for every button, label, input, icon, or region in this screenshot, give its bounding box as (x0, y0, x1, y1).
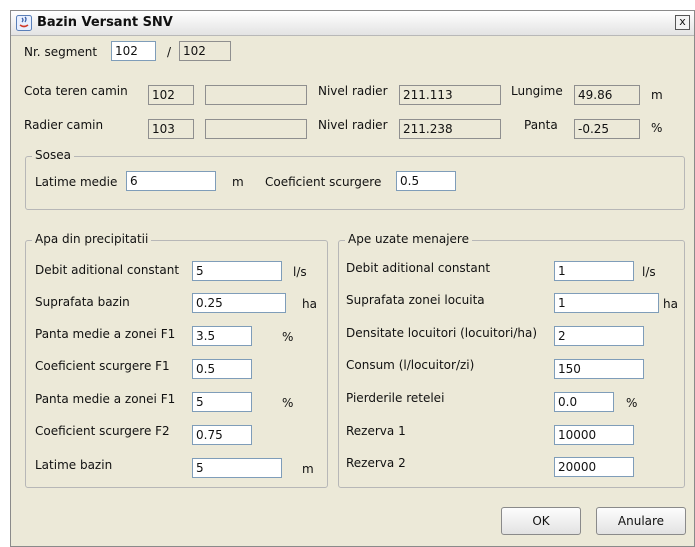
nivel-radier-label-2: Nivel radier (318, 118, 388, 132)
latime-bazin-unit: m (302, 462, 314, 476)
segment-label: Nr. segment (24, 45, 98, 59)
close-icon: x (679, 15, 686, 28)
precipitatii-group: Apa din precipitatii Debit aditional con… (25, 232, 328, 488)
rezerva-2-label: Rezerva 2 (346, 456, 406, 470)
densitate-locuitori-input[interactable]: 2 (554, 326, 644, 346)
latime-medie-input[interactable]: 6 (126, 171, 216, 191)
debit-aditional-precip-label: Debit aditional constant (35, 263, 180, 277)
panta-medie-f1-unit: % (282, 330, 294, 344)
nivel-radier-label-1: Nivel radier (318, 84, 388, 98)
densitate-locuitori-label: Densitate locuitori (locuitori/ha) (346, 326, 538, 340)
segment-separator: / (167, 45, 172, 59)
panta-unit: % (651, 121, 663, 135)
ok-button[interactable]: OK (501, 507, 581, 535)
rezerva-1-label: Rezerva 1 (346, 424, 406, 438)
radier-camin-extra-field (205, 119, 307, 139)
window-title: Bazin Versant SNV (37, 15, 173, 30)
segment-input[interactable]: 102 (111, 41, 156, 61)
menajere-group-title: Ape uzate menajere (345, 232, 472, 246)
anulare-button[interactable]: Anulare (596, 507, 686, 535)
radier-camin-label: Radier camin (24, 118, 104, 132)
debit-aditional-menajer-label: Debit aditional constant (346, 261, 491, 275)
debit-aditional-menajer-input[interactable]: 1 (554, 261, 634, 281)
debit-aditional-menajer-unit: l/s (642, 265, 656, 279)
rezerva-2-input[interactable]: 20000 (554, 457, 634, 477)
nivel-radier-field-2: 211.238 (399, 119, 501, 139)
suprafata-locuita-input[interactable]: 1 (554, 293, 659, 313)
pierderile-retelei-input[interactable]: 0.0 (554, 392, 614, 412)
sosea-group: Sosea Latime medie 6 m Coeficient scurge… (25, 148, 685, 210)
precipitatii-group-title: Apa din precipitatii (32, 232, 152, 246)
consum-label: Consum (l/locuitor/zi) (346, 358, 475, 372)
menajere-group: Ape uzate menajere Debit aditional const… (338, 232, 685, 488)
lungime-unit: m (651, 88, 663, 102)
panta-medie-f1-second-input[interactable]: 5 (192, 392, 252, 412)
sosea-group-title: Sosea (32, 148, 74, 162)
coef-scurgere-f1-input[interactable]: 0.5 (192, 359, 252, 379)
radier-camin-field: 103 (148, 119, 194, 139)
close-button[interactable]: x (675, 15, 690, 30)
coef-scurgere-f2-label: Coeficient scurgere F2 (35, 424, 170, 438)
latime-bazin-input[interactable]: 5 (192, 458, 282, 478)
pierderile-retelei-unit: % (626, 396, 638, 410)
coef-scurgere-f2-input[interactable]: 0.75 (192, 425, 252, 445)
latime-medie-label: Latime medie (35, 175, 118, 189)
java-app-icon (16, 15, 32, 31)
coef-scurgere-f1-label: Coeficient scurgere F1 (35, 359, 170, 373)
panta-field: -0.25 (574, 119, 640, 139)
pierderile-retelei-label: Pierderile retelei (346, 391, 445, 405)
consum-input[interactable]: 150 (554, 359, 644, 379)
rezerva-1-input[interactable]: 10000 (554, 425, 634, 445)
suprafata-bazin-unit: ha (302, 297, 317, 311)
cota-teren-field: 102 (148, 85, 194, 105)
panta-label: Panta (524, 118, 558, 132)
panta-medie-f1-second-unit: % (282, 396, 294, 410)
title-bar[interactable]: Bazin Versant SNV x (11, 11, 694, 36)
suprafata-locuita-unit: ha (663, 297, 678, 311)
lungime-label: Lungime (511, 84, 563, 98)
panta-medie-f1-second-label: Panta medie a zonei F1 (35, 392, 176, 406)
debit-aditional-precip-input[interactable]: 5 (192, 261, 282, 281)
debit-aditional-precip-unit: l/s (293, 265, 307, 279)
cota-teren-extra-field (205, 85, 307, 105)
coef-scurgere-sosea-label: Coeficient scurgere (265, 175, 382, 189)
segment-total-field: 102 (179, 41, 231, 61)
cota-teren-label: Cota teren camin (24, 84, 128, 98)
panta-medie-f1-label: Panta medie a zonei F1 (35, 327, 176, 341)
latime-medie-unit: m (232, 175, 244, 189)
coef-scurgere-sosea-input[interactable]: 0.5 (396, 171, 456, 191)
lungime-field: 49.86 (574, 85, 640, 105)
dialog-window: Bazin Versant SNV x Nr. segment 102 / 10… (10, 10, 695, 547)
suprafata-locuita-label: Suprafata zonei locuita (346, 293, 485, 307)
nivel-radier-field-1: 211.113 (399, 85, 501, 105)
panta-medie-f1-input[interactable]: 3.5 (192, 326, 252, 346)
latime-bazin-label: Latime bazin (35, 458, 113, 472)
suprafata-bazin-input[interactable]: 0.25 (192, 293, 286, 313)
suprafata-bazin-label: Suprafata bazin (35, 295, 130, 309)
